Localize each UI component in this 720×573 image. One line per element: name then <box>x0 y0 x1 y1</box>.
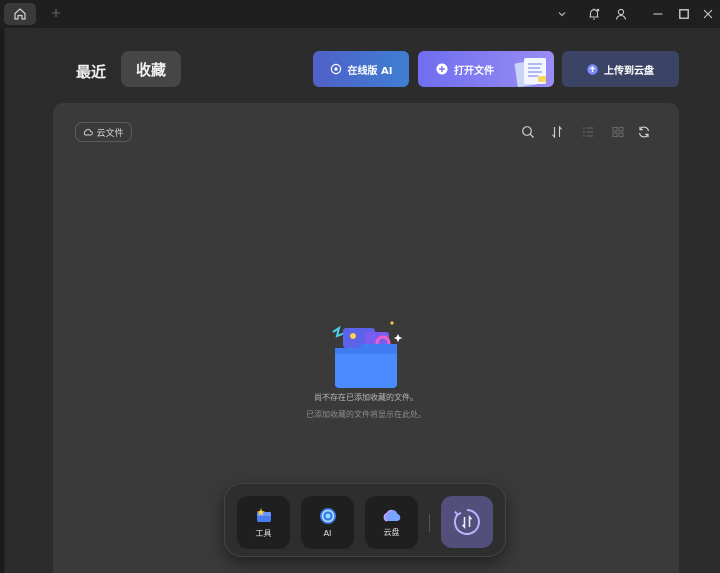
dropdown-button[interactable] <box>552 4 572 24</box>
bell-icon <box>589 8 600 20</box>
upload-cloud-label: 上传到云盘 <box>604 65 654 77</box>
home-tab[interactable] <box>4 3 36 25</box>
maximize-icon <box>679 9 689 19</box>
upload-icon <box>587 63 598 75</box>
title-bar <box>0 0 720 28</box>
empty-state-title: 尚不存在已添加收藏的文件。 <box>314 393 418 402</box>
notifications-button[interactable] <box>584 4 604 24</box>
online-ai-label: 在线版 AI <box>347 65 393 77</box>
plus-icon <box>52 9 60 17</box>
close-button[interactable] <box>698 4 718 24</box>
online-ai-button[interactable]: 在线版 AI <box>313 51 409 87</box>
upload-cloud-button[interactable]: 上传到云盘 <box>562 51 679 87</box>
open-file-button[interactable]: 打开文件 <box>418 51 554 87</box>
empty-state-subtitle: 已添加收藏的文件将显示在此处。 <box>306 410 426 419</box>
cloud-files-label: 云文件 <box>96 128 124 139</box>
list-view-button[interactable] <box>579 123 597 141</box>
cloud-files-filter[interactable]: 云文件 <box>75 122 132 142</box>
dock-tools-label: 工具 <box>255 529 272 538</box>
grid-view-button[interactable] <box>609 123 627 141</box>
convert-icon <box>453 509 480 535</box>
cloud-icon <box>84 128 94 136</box>
cloud-drive-icon <box>383 509 400 522</box>
minimize-button[interactable] <box>648 4 668 24</box>
grid-view-icon <box>612 127 624 137</box>
toolbox-icon <box>256 508 271 522</box>
ai-compass-icon <box>330 63 341 75</box>
dock-convert-button[interactable] <box>441 496 493 548</box>
dock-cloud-label: 云盘 <box>383 528 400 537</box>
account-button[interactable] <box>611 4 631 24</box>
refresh-icon <box>638 126 650 138</box>
open-file-label: 打开文件 <box>454 65 494 77</box>
empty-folder-illustration-icon <box>332 321 403 388</box>
maximize-button[interactable] <box>674 4 694 24</box>
search-icon <box>522 126 535 139</box>
search-button[interactable] <box>519 123 537 141</box>
tab-favorites[interactable]: 收藏 <box>121 51 181 87</box>
quick-dock: 工具 AI 云盘 <box>224 483 506 557</box>
sort-button[interactable] <box>548 123 566 141</box>
main-area: 最近 收藏 在线版 AI 打开文件 上传到云盘 云文件 尚不存在已添加收藏的文件… <box>4 28 720 573</box>
dock-divider <box>429 514 430 532</box>
dock-cloud-button[interactable]: 云盘 <box>365 496 418 549</box>
ai-orb-icon <box>319 508 336 524</box>
documents-illustration-icon <box>514 58 546 87</box>
dock-ai-button[interactable]: AI <box>301 496 354 549</box>
list-view-icon <box>583 127 593 137</box>
refresh-button[interactable] <box>635 123 653 141</box>
user-icon <box>615 8 627 20</box>
home-icon <box>14 8 26 20</box>
chevron-down-icon <box>558 12 566 17</box>
new-tab-button[interactable] <box>48 4 64 22</box>
tab-recent[interactable]: 最近 <box>67 56 115 86</box>
close-icon <box>703 9 713 19</box>
plus-circle-icon <box>436 63 448 75</box>
minimize-icon <box>653 13 663 15</box>
dock-tools-button[interactable]: 工具 <box>237 496 290 549</box>
sort-icon <box>552 125 562 139</box>
dock-ai-label: AI <box>323 529 332 538</box>
